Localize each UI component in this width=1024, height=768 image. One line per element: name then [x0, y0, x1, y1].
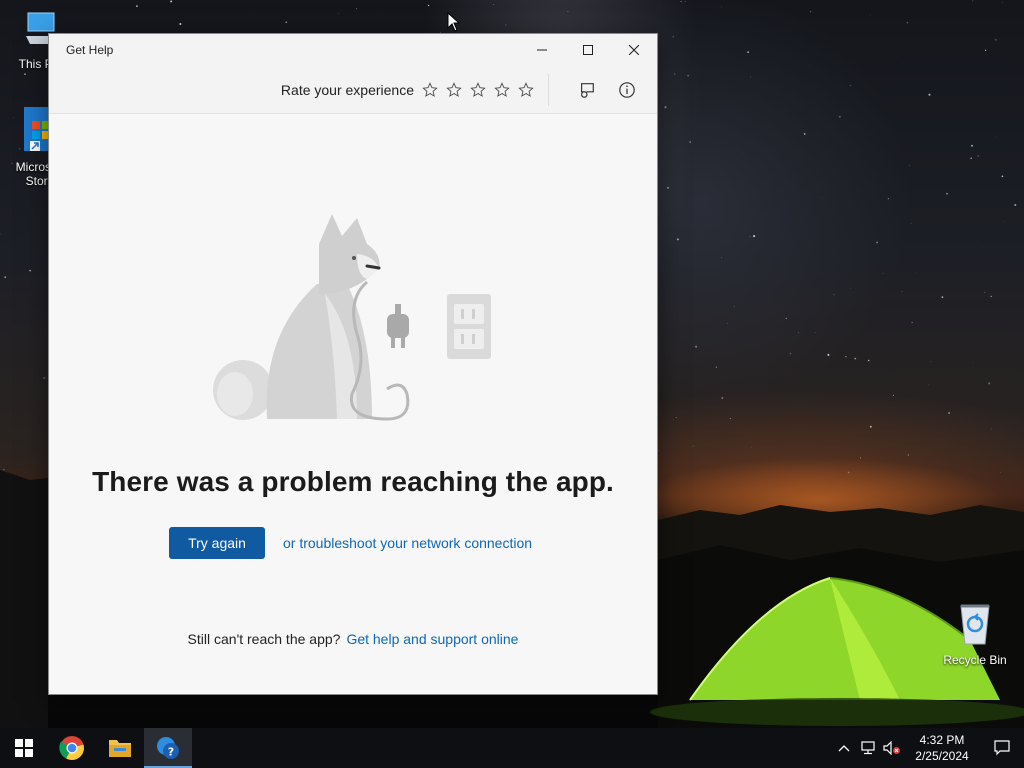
svg-text:?: ?	[168, 746, 174, 759]
taskbar-chrome[interactable]	[48, 728, 96, 768]
show-hidden-icons-button[interactable]	[832, 728, 856, 768]
rating-star-5[interactable]	[516, 80, 536, 100]
desktop-icon-recycle-bin[interactable]: Recycle Bin	[937, 602, 1013, 667]
action-center-button[interactable]	[980, 728, 1024, 768]
notification-icon	[994, 740, 1010, 756]
chrome-icon	[59, 736, 84, 760]
error-actions: Try again or troubleshoot your network c…	[169, 527, 532, 559]
system-tray: 4:32 PM 2/25/2024	[832, 728, 1024, 768]
start-icon	[15, 739, 33, 757]
feedback-button[interactable]	[571, 74, 603, 106]
window-title: Get Help	[66, 43, 114, 57]
chevron-up-icon	[838, 745, 850, 752]
about-button[interactable]	[611, 74, 643, 106]
rating-star-4[interactable]	[492, 80, 512, 100]
star-outline-icon	[422, 81, 438, 97]
network-icon	[861, 741, 875, 755]
get-help-online-link[interactable]: Get help and support online	[346, 631, 518, 647]
star-outline-icon	[446, 81, 462, 97]
file-explorer-icon	[109, 740, 131, 757]
support-footer-text: Still can't reach the app?	[187, 631, 341, 647]
info-icon	[619, 81, 635, 98]
clock-time: 4:32 PM	[919, 733, 965, 747]
toolbar-divider	[548, 73, 549, 106]
volume-button[interactable]	[880, 728, 904, 768]
taskbar-get-help[interactable]: ?	[144, 728, 192, 768]
rating-star-2[interactable]	[444, 80, 464, 100]
window-content: There was a problem reaching the app. Tr…	[49, 114, 657, 694]
clock-date: 2/25/2024	[915, 749, 969, 763]
troubleshoot-network-link[interactable]: or troubleshoot your network connection	[283, 535, 532, 551]
taskbar-file-explorer[interactable]	[96, 728, 144, 768]
minimize-icon	[537, 49, 547, 51]
star-outline-icon	[470, 81, 486, 97]
window-titlebar[interactable]: Get Help	[49, 34, 657, 66]
taskbar-clock[interactable]: 4:32 PM 2/25/2024	[904, 732, 980, 764]
minimize-button[interactable]	[519, 34, 565, 66]
close-icon	[629, 45, 639, 55]
maximize-button[interactable]	[565, 34, 611, 66]
network-status-button[interactable]	[856, 728, 880, 768]
unplugged-dog-illustration	[207, 214, 497, 439]
taskbar: ? 4:32 PM 2/25/2024	[0, 728, 1024, 768]
rating-stars	[420, 80, 536, 100]
maximize-icon	[583, 45, 593, 55]
rating-star-1[interactable]	[420, 80, 440, 100]
volume-muted-icon	[883, 741, 900, 755]
try-again-button[interactable]: Try again	[169, 527, 265, 559]
recycle-bin-icon	[937, 602, 1013, 649]
error-heading: There was a problem reaching the app.	[92, 466, 614, 497]
window-toolbar: Rate your experience	[49, 66, 657, 114]
support-footer: Still can't reach the app? Get help and s…	[49, 631, 657, 647]
get-help-icon: ?	[157, 737, 179, 759]
rating-star-3[interactable]	[468, 80, 488, 100]
star-outline-icon	[518, 81, 534, 97]
mouse-cursor-icon	[447, 12, 461, 32]
star-outline-icon	[494, 81, 510, 97]
desktop-icon-label: Recycle Bin	[943, 653, 1007, 667]
close-button[interactable]	[611, 34, 657, 66]
rate-experience-label: Rate your experience	[280, 81, 414, 98]
start-button[interactable]	[0, 728, 48, 768]
feedback-icon	[581, 82, 594, 98]
get-help-window: Get Help Rate your experience There was …	[48, 33, 658, 695]
